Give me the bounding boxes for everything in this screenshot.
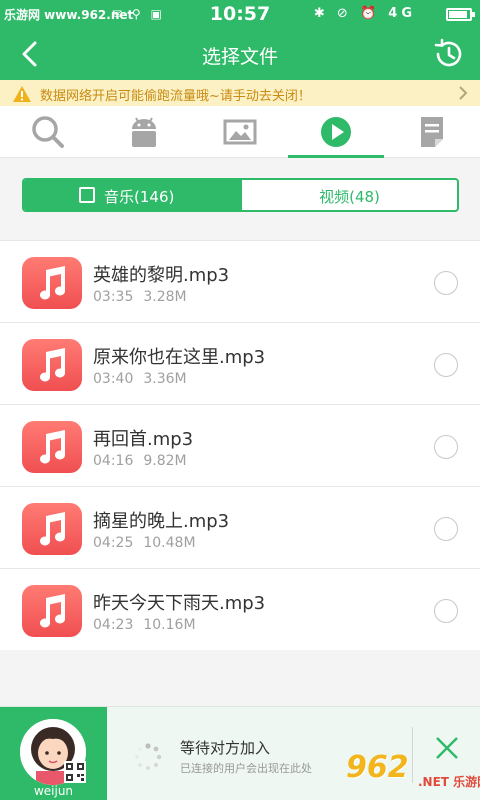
file-duration: 04:16 [93,453,134,469]
file-size: 10.48M [143,535,196,551]
tab-documents[interactable] [384,106,480,158]
network-label: 4G [388,6,416,21]
file-meta: 03:35 3.28M [93,289,187,305]
file-meta: 04:23 10.16M [93,617,196,633]
file-size: 9.82M [143,453,187,469]
file-meta: 03:40 3.36M [93,371,187,387]
app-header: 选择文件 [0,28,480,80]
history-icon[interactable] [430,36,466,72]
image-icon [223,119,257,145]
category-tabs [0,106,480,158]
tab-images[interactable] [192,106,288,158]
search-icon [32,116,64,148]
list-item[interactable]: 原来你也在这里.mp3 03:40 3.36M [0,322,480,404]
loading-spinner-icon [135,743,162,770]
file-name: 摘星的晚上.mp3 [93,511,230,532]
file-size: 10.16M [143,617,196,633]
play-icon [321,117,351,147]
android-icon [132,117,156,147]
status-bar: 乐游网 www.962.net ✉ ⚲ ▣ 10:57 ✱ ⊘ ⏰ 4G [0,0,480,28]
document-icon [421,117,443,147]
chevron-right-icon[interactable] [456,84,470,102]
list-item[interactable]: 昨天今天下雨天.mp3 04:23 10.16M [0,568,480,650]
file-meta: 04:16 9.82M [93,453,187,469]
site-watermark-logo: 962 .NET 乐游网 [346,750,480,796]
watermark-logo-number: 962 [346,750,409,785]
list-item[interactable]: 再回首.mp3 04:16 9.82M [0,404,480,486]
music-segment-label: 音乐(146) [104,188,175,206]
select-radio[interactable] [434,271,458,295]
file-meta: 04:25 10.48M [93,535,196,551]
file-size: 3.28M [143,289,187,305]
battery-icon [446,8,475,21]
waiting-hint: 已连接的用户会出现在此处 [180,762,312,775]
music-note-icon [22,585,82,637]
select-radio[interactable] [434,599,458,623]
qr-code-icon[interactable] [64,761,86,783]
select-radio[interactable] [434,435,458,459]
list-item[interactable]: 英雄的黎明.mp3 03:35 3.28M [0,240,480,322]
video-segment[interactable]: 视频(48) [242,180,457,210]
list-item[interactable]: 摘星的晚上.mp3 04:25 10.48M [0,486,480,568]
video-segment-label: 视频(48) [319,188,380,206]
file-duration: 03:40 [93,371,134,387]
username: weijun [33,784,74,798]
file-name: 原来你也在这里.mp3 [93,347,266,368]
checkbox-icon [79,187,95,203]
tab-search[interactable] [0,106,96,158]
warning-icon [13,86,31,102]
file-duration: 03:35 [93,289,134,305]
music-segment[interactable]: 音乐(146) [24,180,242,210]
music-note-icon [22,503,82,555]
file-name: 英雄的黎明.mp3 [93,265,230,286]
music-file-list: 英雄的黎明.mp3 03:35 3.28M 原来你也在这里.mp3 03:40 3.… [0,240,480,650]
music-note-icon [22,257,82,309]
file-duration: 04:23 [93,617,134,633]
file-name: 再回首.mp3 [93,429,194,450]
file-size: 3.36M [143,371,187,387]
file-name: 昨天今天下雨天.mp3 [93,593,266,614]
media-type-switch: 音乐(146) 视频(48) [22,178,459,212]
waiting-status: 等待对方加入 [180,739,271,757]
tab-apps[interactable] [96,106,192,158]
select-radio[interactable] [434,517,458,541]
page-title: 选择文件 [201,46,278,68]
tab-media[interactable] [288,106,384,158]
traffic-notice[interactable]: 数据网络开启可能偷跑流量哦~请手动去关闭！ [0,80,480,106]
file-duration: 04:25 [93,535,134,551]
status-right-icons: ✱ ⊘ ⏰ 4G [313,6,416,21]
select-radio[interactable] [434,353,458,377]
music-note-icon [22,421,82,473]
music-note-icon [22,339,82,391]
notice-text: 数据网络开启可能偷跑流量哦~请手动去关闭！ [40,89,311,104]
watermark-logo-text: .NET 乐游网 [418,775,480,789]
user-avatar-panel[interactable]: weijun [0,707,107,800]
